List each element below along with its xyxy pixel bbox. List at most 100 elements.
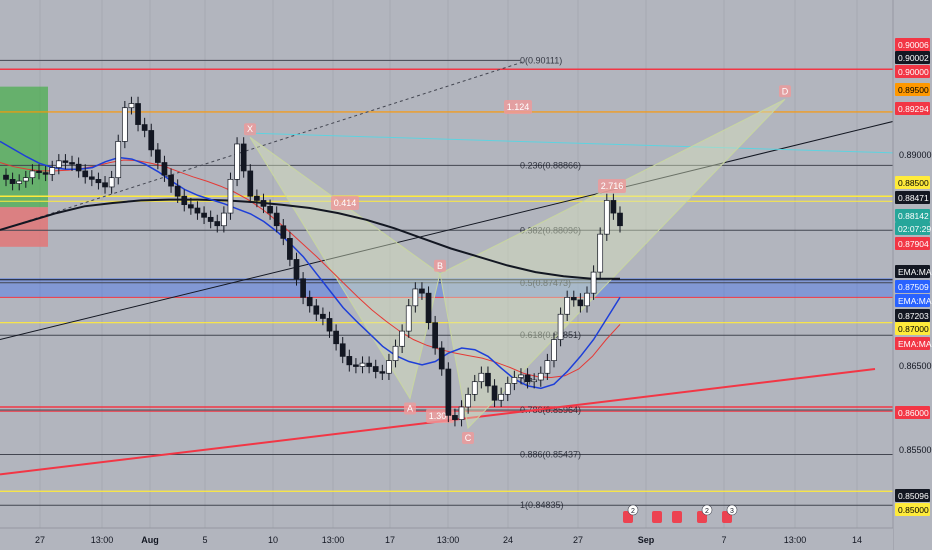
time-tick-label: 10 bbox=[268, 535, 278, 545]
price-badge-label: EMA:MA bbox=[898, 339, 932, 349]
time-tick-label: 14 bbox=[852, 535, 862, 545]
candle-body bbox=[458, 406, 465, 420]
candle-body bbox=[590, 271, 597, 294]
event-flag-icon bbox=[652, 511, 662, 523]
time-tick-label: 17 bbox=[385, 535, 395, 545]
position-profit-zone bbox=[0, 86, 48, 208]
candle-body bbox=[181, 195, 188, 206]
candle-body bbox=[148, 130, 155, 151]
time-tick-label: 27 bbox=[35, 535, 45, 545]
candle-body bbox=[359, 362, 366, 367]
time-axis[interactable]: 27 13:00 Aug 5 10 13:00 17 13:00 24 27 Sep 7 13:00 14 bbox=[0, 527, 893, 550]
candle-body bbox=[267, 205, 273, 214]
pattern-point-label: X bbox=[247, 124, 253, 134]
candle-body bbox=[564, 297, 571, 315]
candle-body bbox=[227, 179, 234, 214]
candle-body bbox=[544, 360, 551, 374]
candle-body bbox=[194, 207, 201, 214]
pattern-ratio-label: 1.124 bbox=[507, 102, 530, 112]
candle-body bbox=[108, 177, 115, 188]
candle-body bbox=[584, 292, 590, 307]
event-count-text: 2 bbox=[631, 508, 635, 515]
candle-body bbox=[531, 379, 538, 383]
candle-body bbox=[9, 179, 16, 184]
price-tick-label: 0.89000 bbox=[899, 150, 932, 160]
price-badge-label: 0.85000 bbox=[898, 505, 929, 515]
price-badge-label: 0.87203 bbox=[898, 311, 929, 321]
candle-body bbox=[617, 212, 623, 227]
candle-body bbox=[372, 366, 379, 372]
candle-body bbox=[491, 385, 498, 401]
candle-body bbox=[478, 372, 485, 383]
candle-body bbox=[419, 288, 425, 294]
fib-level-label: 1(0.84835) bbox=[520, 500, 564, 510]
candle-body bbox=[240, 143, 247, 172]
price-badge-label: 0.87000 bbox=[898, 324, 929, 334]
candle-body bbox=[55, 160, 62, 168]
candle-body bbox=[280, 225, 287, 239]
candle-body bbox=[128, 103, 135, 109]
candle-body bbox=[69, 162, 75, 165]
price-axis[interactable]: 0.89000 0.86500 0.85500 0.90006 0.90002 0.900… bbox=[892, 0, 932, 550]
time-tick-label: 13:00 bbox=[784, 535, 807, 545]
candle-body bbox=[524, 374, 531, 383]
candle-body bbox=[154, 149, 161, 163]
price-badge-label: 0.88142 bbox=[898, 211, 929, 221]
candle-body bbox=[62, 160, 69, 163]
candle-body bbox=[392, 345, 399, 361]
candle-body bbox=[405, 305, 412, 332]
candle-body bbox=[353, 364, 359, 367]
price-badge-label: EMA:MA bbox=[898, 267, 932, 277]
candle-body bbox=[16, 180, 23, 184]
price-badge-label: 0.89294 bbox=[898, 104, 929, 114]
candle-body bbox=[201, 212, 207, 218]
time-tick-label: 27 bbox=[573, 535, 583, 545]
candle-body bbox=[386, 360, 392, 374]
candle-body bbox=[247, 170, 254, 197]
event-flag-icon bbox=[672, 511, 682, 523]
fib-level-label: 0.886(0.85437) bbox=[520, 449, 581, 459]
time-tick-label: 13:00 bbox=[91, 535, 114, 545]
pattern-point-label: C bbox=[465, 433, 472, 443]
candle-body bbox=[207, 216, 214, 222]
candle-body bbox=[221, 212, 227, 227]
candle-body bbox=[82, 170, 89, 178]
pattern-point-label: B bbox=[437, 261, 443, 271]
event-count-text: 2 bbox=[705, 508, 709, 515]
price-badge-label: 0.85096 bbox=[898, 491, 929, 501]
candle-body bbox=[306, 297, 313, 307]
time-tick-label: Aug bbox=[141, 535, 159, 545]
candle-body bbox=[445, 368, 452, 416]
price-badge-label: 0.90000 bbox=[898, 67, 929, 77]
candle-body bbox=[379, 371, 386, 374]
candle-body bbox=[551, 339, 557, 361]
candle-body bbox=[29, 170, 36, 179]
price-chart[interactable]: 0(0.90111)0.236(0.88866)0.382(0.88096)0.… bbox=[0, 0, 932, 550]
candle-body bbox=[597, 233, 604, 273]
fib-level-label: 0.236(0.88866) bbox=[520, 160, 581, 170]
candle-body bbox=[293, 259, 300, 280]
candle-body bbox=[161, 162, 168, 176]
time-tick-label: 24 bbox=[503, 535, 513, 545]
candle-body bbox=[537, 372, 544, 381]
candle-body bbox=[141, 124, 148, 131]
candle-body bbox=[36, 170, 42, 173]
candle-body bbox=[102, 182, 108, 188]
price-tick-label: 0.86500 bbox=[899, 361, 932, 371]
candle-body bbox=[504, 383, 511, 395]
candle-body bbox=[518, 374, 524, 378]
candle-body bbox=[366, 362, 372, 367]
price-badge-label: 02:07:29 bbox=[898, 224, 931, 234]
candle-body bbox=[273, 212, 280, 227]
pattern-ratio-label: 0.414 bbox=[334, 198, 357, 208]
candle-body bbox=[557, 313, 564, 340]
candle-body bbox=[260, 200, 267, 207]
candle-body bbox=[75, 163, 82, 172]
candle-body bbox=[498, 393, 505, 401]
candle-body bbox=[22, 177, 29, 182]
candle-body bbox=[121, 107, 128, 142]
candle-body bbox=[610, 200, 617, 214]
event-count-text: 3 bbox=[730, 508, 734, 515]
pattern-ratio-label: 2.716 bbox=[601, 181, 624, 191]
time-tick-label: 5 bbox=[202, 535, 207, 545]
